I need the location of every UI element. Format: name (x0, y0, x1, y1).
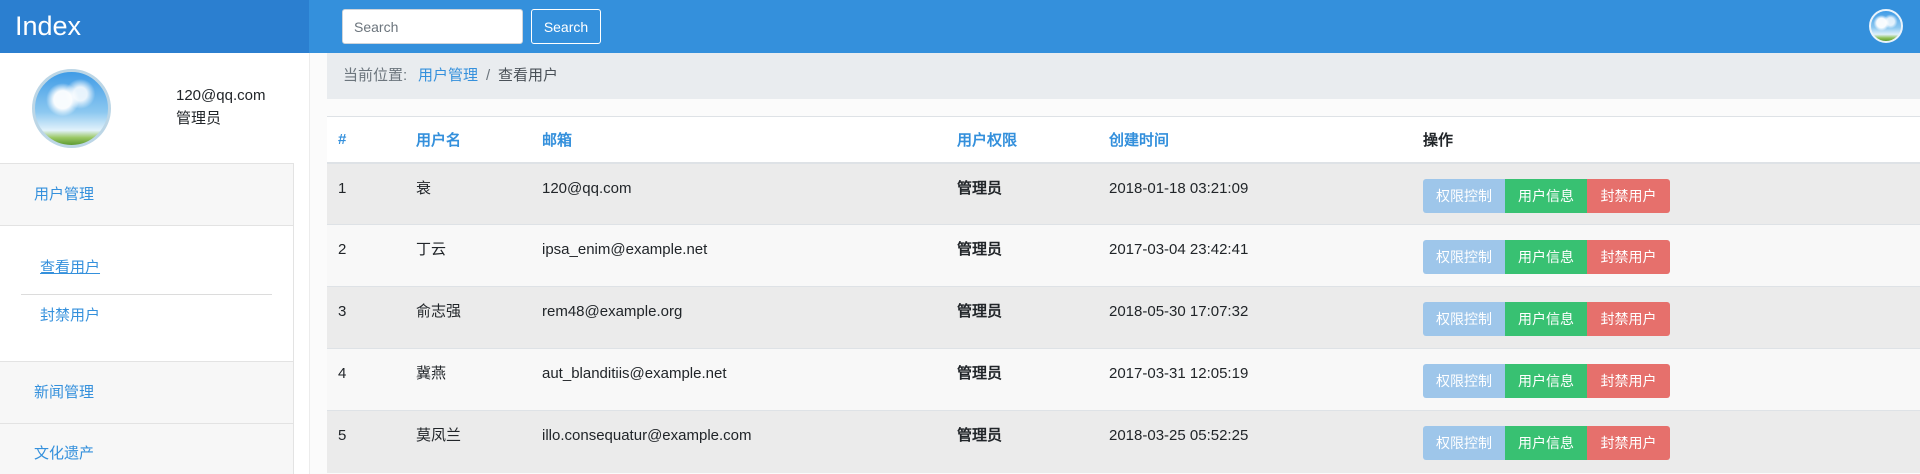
column-header-role: 用户权限 (946, 116, 1098, 164)
sidebar-item-news-management[interactable]: 新闻管理 (0, 362, 293, 424)
action-button-group: 权限控制 用户信息 封禁用户 (1423, 302, 1910, 336)
column-header-id: # (327, 116, 405, 164)
column-header-username: 用户名 (405, 116, 531, 164)
cell-role: 管理员 (946, 286, 1098, 349)
sidebar: 120@qq.com 管理员 用户管理 查看用户 封禁用户 新闻管理 文化遗产 (0, 53, 309, 474)
sidebar-item-cultural-heritage[interactable]: 文化遗产 (0, 424, 293, 474)
user-info-button[interactable]: 用户信息 (1505, 302, 1587, 336)
cell-id: 4 (327, 348, 405, 411)
cell-email: ipsa_enim@example.net (531, 224, 946, 287)
search-button[interactable]: Search (531, 9, 601, 44)
cell-actions: 权限控制 用户信息 封禁用户 (1412, 286, 1920, 349)
ban-user-button[interactable]: 封禁用户 (1587, 426, 1670, 460)
cell-email: illo.consequatur@example.com (531, 410, 946, 473)
action-button-group: 权限控制 用户信息 封禁用户 (1423, 178, 1910, 213)
user-avatar-button[interactable] (1869, 9, 1903, 43)
cell-role: 管理员 (946, 348, 1098, 411)
cell-role: 管理员 (946, 224, 1098, 287)
cell-created-at: 2017-03-31 12:05:19 (1098, 348, 1412, 411)
user-info-button[interactable]: 用户信息 (1505, 178, 1587, 213)
cell-id: 1 (327, 162, 405, 225)
cell-username: 莫凤兰 (405, 410, 531, 473)
cell-email: aut_blanditiis@example.net (531, 348, 946, 411)
cell-id: 2 (327, 224, 405, 287)
user-info-button[interactable]: 用户信息 (1505, 426, 1587, 460)
main-content: 当前位置: 用户管理 / 查看用户 # 用户名 邮箱 用户权限 创建时间 操作 … (309, 53, 1920, 474)
table-header-row: # 用户名 邮箱 用户权限 创建时间 操作 (327, 116, 1920, 164)
permission-control-button[interactable]: 权限控制 (1423, 426, 1505, 460)
top-navbar: Index Search (0, 0, 1920, 53)
permission-control-button[interactable]: 权限控制 (1423, 364, 1505, 398)
column-header-actions: 操作 (1412, 116, 1920, 164)
users-table: # 用户名 邮箱 用户权限 创建时间 操作 1 衰 120@qq.com 管理员… (327, 116, 1920, 473)
breadcrumb: 当前位置: 用户管理 / 查看用户 (327, 53, 1920, 99)
cell-created-at: 2018-03-25 05:52:25 (1098, 410, 1412, 473)
table-row: 2 丁云 ipsa_enim@example.net 管理员 2017-03-0… (327, 224, 1920, 287)
cell-created-at: 2018-01-18 03:21:09 (1098, 162, 1412, 225)
sidebar-menu: 用户管理 查看用户 封禁用户 新闻管理 文化遗产 (0, 163, 294, 474)
table-row: 4 冀燕 aut_blanditiis@example.net 管理员 2017… (327, 348, 1920, 411)
sidebar-subitem-view-users[interactable]: 查看用户 (40, 258, 100, 278)
user-management-submenu: 查看用户 封禁用户 (0, 226, 293, 362)
brand-link[interactable]: Index (0, 0, 309, 53)
cell-username: 衰 (405, 162, 531, 225)
sidebar-subitem-banned-users[interactable]: 封禁用户 (40, 306, 100, 326)
submenu-divider (21, 294, 272, 295)
table-row: 1 衰 120@qq.com 管理员 2018-01-18 03:21:09 权… (327, 162, 1920, 225)
cell-email: rem48@example.org (531, 286, 946, 349)
cell-username: 俞志强 (405, 286, 531, 349)
ban-user-button[interactable]: 封禁用户 (1587, 302, 1670, 336)
cell-created-at: 2018-05-30 17:07:32 (1098, 286, 1412, 349)
breadcrumb-current: 查看用户 (498, 67, 559, 84)
cell-actions: 权限控制 用户信息 封禁用户 (1412, 410, 1920, 473)
column-header-created-at: 创建时间 (1098, 116, 1412, 164)
action-button-group: 权限控制 用户信息 封禁用户 (1423, 426, 1910, 460)
sidebar-item-user-management[interactable]: 用户管理 (0, 164, 293, 226)
table-row: 5 莫凤兰 illo.consequatur@example.com 管理员 2… (327, 410, 1920, 473)
ban-user-button[interactable]: 封禁用户 (1587, 364, 1670, 398)
cell-username: 丁云 (405, 224, 531, 287)
profile-role: 管理员 (176, 110, 222, 127)
search-input[interactable] (342, 9, 523, 44)
cell-id: 3 (327, 286, 405, 349)
cell-role: 管理员 (946, 162, 1098, 225)
cell-created-at: 2017-03-04 23:42:41 (1098, 224, 1412, 287)
table-row: 3 俞志强 rem48@example.org 管理员 2018-05-30 1… (327, 286, 1920, 349)
cell-email: 120@qq.com (531, 162, 946, 225)
breadcrumb-prefix: 当前位置: (343, 67, 408, 84)
user-info-button[interactable]: 用户信息 (1505, 364, 1587, 398)
cell-id: 5 (327, 410, 405, 473)
breadcrumb-separator: / (486, 67, 491, 84)
cell-username: 冀燕 (405, 348, 531, 411)
action-button-group: 权限控制 用户信息 封禁用户 (1423, 240, 1910, 274)
profile-email: 120@qq.com (176, 87, 266, 104)
cell-actions: 权限控制 用户信息 封禁用户 (1412, 162, 1920, 225)
cell-role: 管理员 (946, 410, 1098, 473)
cell-actions: 权限控制 用户信息 封禁用户 (1412, 348, 1920, 411)
action-button-group: 权限控制 用户信息 封禁用户 (1423, 364, 1910, 398)
cell-actions: 权限控制 用户信息 封禁用户 (1412, 224, 1920, 287)
permission-control-button[interactable]: 权限控制 (1423, 302, 1505, 336)
permission-control-button[interactable]: 权限控制 (1423, 240, 1505, 274)
ban-user-button[interactable]: 封禁用户 (1587, 178, 1670, 213)
profile-avatar (32, 69, 111, 148)
column-header-email: 邮箱 (531, 116, 946, 164)
user-info-button[interactable]: 用户信息 (1505, 240, 1587, 274)
ban-user-button[interactable]: 封禁用户 (1587, 240, 1670, 274)
breadcrumb-link-user-management[interactable]: 用户管理 (418, 53, 478, 99)
permission-control-button[interactable]: 权限控制 (1423, 178, 1505, 213)
